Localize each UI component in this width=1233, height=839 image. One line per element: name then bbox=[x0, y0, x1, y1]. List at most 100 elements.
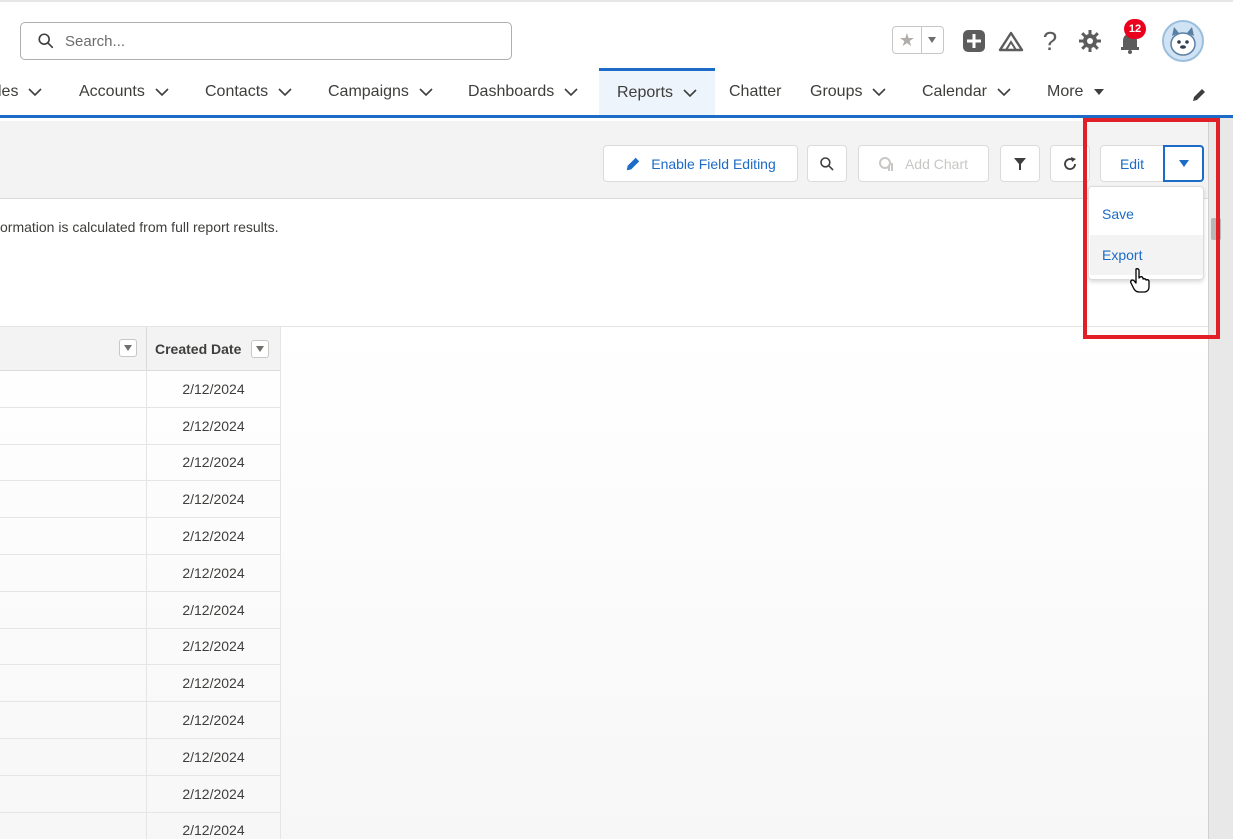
pencil-icon bbox=[1193, 89, 1205, 101]
more-actions-dropdown-button[interactable] bbox=[1163, 145, 1204, 182]
refresh-button[interactable] bbox=[1050, 145, 1090, 182]
add-icon bbox=[963, 30, 985, 52]
created-date-cell: 2/12/2024 bbox=[147, 738, 281, 775]
created-date-cell: 2/12/2024 bbox=[147, 665, 281, 702]
nav-item-label: les bbox=[0, 82, 19, 100]
column-header-created-date[interactable]: Created Date bbox=[147, 327, 281, 371]
created-date-cell: 2/12/2024 bbox=[147, 812, 281, 839]
chevron-down-icon[interactable] bbox=[28, 87, 43, 97]
chevron-down-icon[interactable] bbox=[419, 87, 433, 97]
created-date-cell: 2/12/2024 bbox=[147, 554, 281, 591]
chevron-down-icon[interactable] bbox=[155, 87, 169, 97]
report-toolbar: Enable Field Editing Add Chart Edit bbox=[0, 121, 1208, 199]
nav-item-campaigns[interactable]: Campaigns bbox=[328, 68, 433, 115]
table-cell bbox=[0, 738, 147, 775]
created-date-cell: 2/12/2024 bbox=[147, 628, 281, 665]
favorites-control[interactable]: ★ bbox=[892, 26, 944, 54]
created-date-cell: 2/12/2024 bbox=[147, 775, 281, 812]
table-cell bbox=[0, 628, 147, 665]
nav-item-label: Contacts bbox=[205, 82, 269, 100]
table-cell bbox=[0, 665, 147, 702]
created-date-cell: 2/12/2024 bbox=[147, 591, 281, 628]
global-header: ★ ? bbox=[0, 0, 1233, 68]
table-row: 2/12/2024 bbox=[0, 518, 281, 555]
nav-item-label: Reports bbox=[616, 84, 674, 101]
report-table: Created Date 2/12/2024 2/12/2024 2/12/20… bbox=[0, 327, 1208, 839]
favorites-list-button[interactable] bbox=[922, 27, 943, 53]
table-row: 2/12/2024 bbox=[0, 665, 281, 703]
app-navigation-bar: les Accounts Contacts Campaigns Dashboar… bbox=[0, 68, 1233, 118]
nav-item-dashboards[interactable]: Dashboards bbox=[468, 68, 578, 115]
chevron-down-icon[interactable] bbox=[872, 87, 887, 97]
created-date-cell: 2/12/2024 bbox=[147, 702, 281, 738]
trailhead-icon bbox=[998, 31, 1024, 52]
menu-item-label: Export bbox=[1102, 247, 1143, 263]
edit-nav-button[interactable] bbox=[1188, 84, 1210, 106]
page-scrollbar[interactable] bbox=[1208, 118, 1233, 839]
enable-field-editing-button[interactable]: Enable Field Editing bbox=[603, 145, 798, 182]
column-menu-button[interactable] bbox=[251, 339, 270, 358]
nav-item-chatter[interactable]: Chatter bbox=[729, 68, 781, 115]
column-menu-button[interactable] bbox=[119, 339, 137, 357]
created-date-cell: 2/12/2024 bbox=[147, 518, 281, 554]
table-row: 2/12/2024 bbox=[0, 812, 281, 839]
hand-cursor-icon bbox=[1130, 268, 1150, 293]
menu-item-save[interactable]: Save bbox=[1090, 194, 1203, 234]
table-body: 2/12/2024 2/12/2024 2/12/2024 2/12/2024 … bbox=[0, 371, 281, 839]
nav-item-calendar[interactable]: Calendar bbox=[922, 68, 1011, 115]
search-report-button[interactable] bbox=[807, 145, 847, 182]
nav-item-more[interactable]: More bbox=[1047, 68, 1105, 115]
created-date-cell: 2/12/2024 bbox=[147, 481, 281, 518]
caret-down-icon bbox=[256, 345, 265, 352]
table-row: 2/12/2024 bbox=[0, 371, 281, 408]
column-header-label: Created Date bbox=[155, 340, 242, 357]
table-row: 2/12/2024 bbox=[0, 444, 281, 482]
table-row: 2/12/2024 bbox=[0, 702, 281, 739]
nav-item-groups[interactable]: Groups bbox=[810, 68, 887, 115]
nav-item-label: Groups bbox=[810, 82, 863, 100]
nav-item-contacts[interactable]: Contacts bbox=[205, 68, 292, 115]
nav-item-sales[interactable]: les bbox=[0, 68, 43, 115]
chevron-down-icon[interactable] bbox=[564, 87, 578, 97]
report-info-area: ormation is calculated from full report … bbox=[0, 199, 1208, 327]
chevron-down-icon[interactable] bbox=[997, 87, 1011, 97]
nav-item-accounts[interactable]: Accounts bbox=[79, 68, 169, 115]
nav-item-label: Dashboards bbox=[468, 82, 555, 100]
gear-icon bbox=[1079, 30, 1101, 52]
avatar[interactable] bbox=[1162, 20, 1204, 62]
table-row: 2/12/2024 bbox=[0, 481, 281, 519]
help-icon[interactable]: ? bbox=[1038, 25, 1062, 57]
global-actions-button[interactable] bbox=[960, 27, 988, 55]
table-row: 2/12/2024 bbox=[0, 591, 281, 629]
table-cell bbox=[0, 371, 147, 407]
nav-item-label: Accounts bbox=[79, 82, 145, 100]
nav-item-reports[interactable]: Reports bbox=[599, 68, 715, 115]
chart-icon bbox=[878, 156, 893, 171]
user-avatar-icon bbox=[1164, 22, 1202, 60]
filter-button[interactable] bbox=[1000, 145, 1040, 182]
caret-down-icon bbox=[124, 345, 132, 351]
star-icon[interactable]: ★ bbox=[893, 27, 922, 53]
caret-down-icon bbox=[1178, 160, 1189, 167]
add-chart-label: Add Chart bbox=[904, 155, 969, 172]
setup-button[interactable] bbox=[1076, 27, 1104, 55]
chevron-down-icon[interactable] bbox=[278, 87, 292, 97]
table-cell bbox=[0, 481, 147, 518]
table-cell bbox=[0, 775, 147, 812]
edit-button[interactable]: Edit bbox=[1100, 145, 1164, 182]
filter-icon bbox=[1014, 157, 1026, 170]
column-header bbox=[0, 327, 147, 371]
scrollbar-thumb[interactable] bbox=[1211, 218, 1221, 240]
add-chart-button[interactable]: Add Chart bbox=[858, 145, 989, 182]
global-search-box[interactable] bbox=[20, 22, 512, 60]
search-input[interactable] bbox=[65, 26, 511, 56]
created-date-cell: 2/12/2024 bbox=[147, 444, 281, 481]
table-cell bbox=[0, 518, 147, 554]
chevron-down-icon[interactable] bbox=[683, 88, 697, 98]
trailhead-button[interactable] bbox=[996, 27, 1026, 55]
nav-item-label: More bbox=[1047, 82, 1084, 100]
notification-badge: 12 bbox=[1124, 19, 1146, 39]
nav-item-label: Campaigns bbox=[328, 82, 409, 100]
table-row: 2/12/2024 bbox=[0, 554, 281, 592]
menu-item-label: Save bbox=[1102, 206, 1134, 222]
